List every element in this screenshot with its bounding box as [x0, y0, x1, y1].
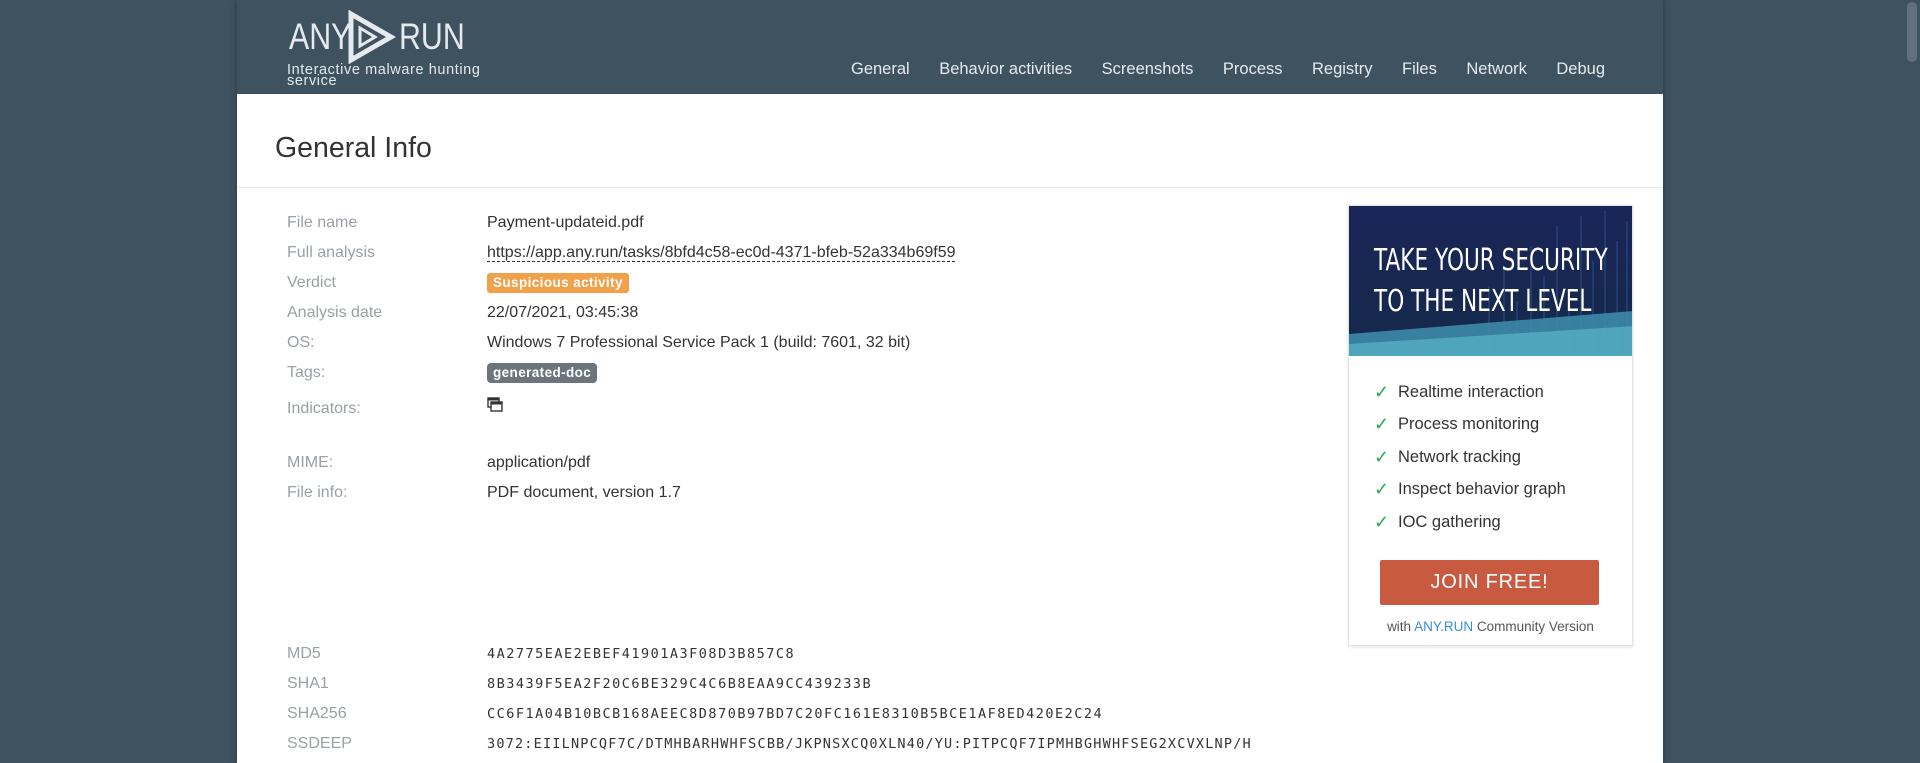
nav-general[interactable]: General	[851, 60, 910, 79]
promo-title-line1: TAKE YOUR SECURITY	[1374, 243, 1608, 278]
nav-screenshots[interactable]: Screenshots	[1102, 60, 1194, 79]
sha256-label: SHA256	[287, 705, 347, 722]
nav-process[interactable]: Process	[1223, 60, 1283, 79]
feature-item: ✓ Realtime interaction	[1374, 376, 1632, 409]
nav-files[interactable]: Files	[1402, 60, 1437, 79]
file-info-label: File info:	[287, 484, 348, 501]
top-bar: ANY RUN Interactive malware hunting serv…	[237, 0, 1663, 94]
feature-item: ✓ Inspect behavior graph	[1374, 474, 1632, 507]
md5-label: MD5	[287, 645, 321, 662]
main-nav: General Behavior activities Screenshots …	[821, 60, 1605, 79]
page-container: ANY RUN Interactive malware hunting serv…	[237, 0, 1663, 763]
file-info-value: PDF document, version 1.7	[487, 484, 681, 501]
play-triangle-icon	[348, 10, 397, 64]
checkmark-icon: ✓	[1374, 381, 1390, 402]
with-prefix: with	[1387, 619, 1412, 634]
tags-label: Tags:	[287, 364, 326, 381]
sha1-value: 8B3439F5EA2F20C6BE329C4C6B8EAA9CC439233B	[487, 676, 873, 692]
feature-item: ✓ IOC gathering	[1374, 506, 1632, 539]
tagline: Interactive malware hunting service	[287, 62, 481, 89]
info-row-sha256: SHA256 CC6F1A04B10BCB168AEEC8D870B97BD7C…	[287, 699, 1587, 729]
page-title: General Info	[275, 132, 432, 164]
promo-banner: TAKE YOUR SECURITY TO THE NEXT LEVEL	[1349, 206, 1632, 356]
sha1-label: SHA1	[287, 675, 329, 692]
mime-label: MIME:	[287, 454, 334, 471]
checkmark-icon: ✓	[1374, 479, 1390, 500]
info-row-sha1: SHA1 8B3439F5EA2F20C6BE329C4C6B8EAA9CC43…	[287, 669, 1587, 699]
anyrun-link[interactable]: ANY.RUN	[1414, 619, 1473, 634]
checkmark-icon: ✓	[1374, 446, 1390, 467]
promo-title: TAKE YOUR SECURITY TO THE NEXT LEVEL	[1374, 240, 1608, 322]
file-name-label: File name	[287, 214, 358, 231]
logo-word-run: RUN	[399, 16, 465, 57]
feature-label: Process monitoring	[1398, 415, 1540, 434]
logo-word-any: ANY	[289, 16, 352, 57]
feature-item: ✓ Network tracking	[1374, 441, 1632, 474]
community-version-note: with ANY.RUN Community Version	[1349, 619, 1632, 634]
checkmark-icon: ✓	[1374, 511, 1390, 532]
windows-stack-icon[interactable]	[487, 397, 503, 413]
verdict-label: Verdict	[287, 274, 336, 291]
mime-value: application/pdf	[487, 454, 591, 471]
feature-label: Realtime interaction	[1398, 382, 1544, 401]
full-analysis-label: Full analysis	[287, 244, 376, 261]
os-value: Windows 7 Professional Service Pack 1 (b…	[487, 334, 911, 351]
nav-registry[interactable]: Registry	[1312, 60, 1373, 79]
os-label: OS:	[287, 334, 315, 351]
with-suffix: Community Version	[1476, 619, 1594, 634]
ssdeep-label: SSDEEP	[287, 735, 352, 752]
verdict-badge: Suspicious activity	[487, 273, 629, 293]
ssdeep-value: 3072:EIILNPCQF7C/DTMHBARHWHFSCBB/JKPNSXC…	[487, 736, 1252, 752]
feature-label: IOC gathering	[1398, 512, 1501, 531]
join-free-button[interactable]: JOIN FREE!	[1380, 560, 1599, 605]
feature-label: Inspect behavior graph	[1398, 480, 1566, 499]
checkmark-icon: ✓	[1374, 414, 1390, 435]
nav-network[interactable]: Network	[1466, 60, 1527, 79]
feature-label: Network tracking	[1398, 447, 1521, 466]
promo-title-line2: TO THE NEXT LEVEL	[1374, 284, 1592, 319]
nav-debug[interactable]: Debug	[1556, 60, 1605, 79]
analysis-date-label: Analysis date	[287, 304, 383, 321]
indicators-label: Indicators:	[287, 400, 361, 417]
section-header: General Info	[237, 94, 1663, 188]
logo[interactable]: ANY RUN	[289, 10, 479, 64]
feature-item: ✓ Process monitoring	[1374, 409, 1632, 442]
scrollbar-thumb[interactable]	[1907, 2, 1917, 62]
feature-list: ✓ Realtime interaction ✓ Process monitorin…	[1349, 356, 1632, 539]
page-scrollbar[interactable]	[1903, 0, 1920, 763]
full-analysis-link[interactable]: https://app.any.run/tasks/8bfd4c58-ec0d-…	[487, 244, 956, 262]
file-name-value: Payment-updateid.pdf	[487, 214, 644, 231]
md5-value: 4A2775EAE2EBEF41901A3F08D3B857C8	[487, 646, 796, 662]
nav-behavior-activities[interactable]: Behavior activities	[939, 60, 1072, 79]
sha256-value: CC6F1A04B10BCB168AEEC8D870B97BD7C20FC161…	[487, 706, 1104, 722]
promo-card: TAKE YOUR SECURITY TO THE NEXT LEVEL ✓ Re…	[1348, 205, 1633, 646]
analysis-date-value: 22/07/2021, 03:45:38	[487, 304, 639, 321]
tag-badge[interactable]: generated-doc	[487, 363, 598, 383]
info-row-ssdeep: SSDEEP 3072:EIILNPCQF7C/DTMHBARHWHFSCBB/…	[287, 729, 1587, 759]
